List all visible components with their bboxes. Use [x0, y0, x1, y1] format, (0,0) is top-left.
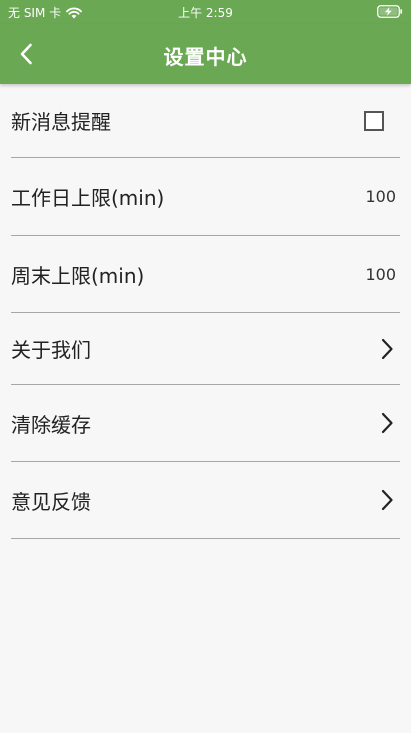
feedback-row[interactable]: 意见反馈	[11, 462, 400, 539]
workday-limit-row[interactable]: 工作日上限(min) 100	[11, 158, 400, 236]
about-us-row[interactable]: 关于我们	[11, 313, 400, 385]
workday-limit-label: 工作日上限(min)	[11, 186, 165, 210]
page-title: 设置中心	[163, 45, 248, 69]
weekend-limit-label: 周末上限(min)	[11, 263, 145, 288]
clear-cache-label: 清除缓存	[11, 412, 91, 437]
weekend-limit-value[interactable]: 100	[365, 265, 396, 284]
new-message-reminder-row[interactable]: 新消息提醒	[11, 84, 400, 158]
feedback-label: 意见反馈	[11, 489, 91, 514]
about-us-label: 关于我们	[11, 338, 91, 362]
chevron-right-icon	[381, 412, 393, 434]
chevron-right-icon	[381, 489, 393, 511]
workday-limit-value[interactable]: 100	[365, 187, 396, 206]
new-message-reminder-label: 新消息提醒	[11, 110, 111, 134]
settings-list: 新消息提醒 工作日上限(min) 100 周末上限(min) 100 关于我们 …	[11, 84, 400, 539]
chevron-right-icon	[381, 338, 393, 359]
status-bar: 无 SIM 卡 上午 2:59	[0, 0, 411, 24]
status-time: 上午 2:59	[178, 6, 233, 20]
new-message-reminder-checkbox[interactable]	[364, 110, 384, 131]
nav-bar: 设置中心	[0, 24, 411, 84]
battery-charging-icon	[377, 5, 403, 18]
clear-cache-row[interactable]: 清除缓存	[11, 385, 400, 462]
weekend-limit-row[interactable]: 周末上限(min) 100	[11, 236, 400, 313]
